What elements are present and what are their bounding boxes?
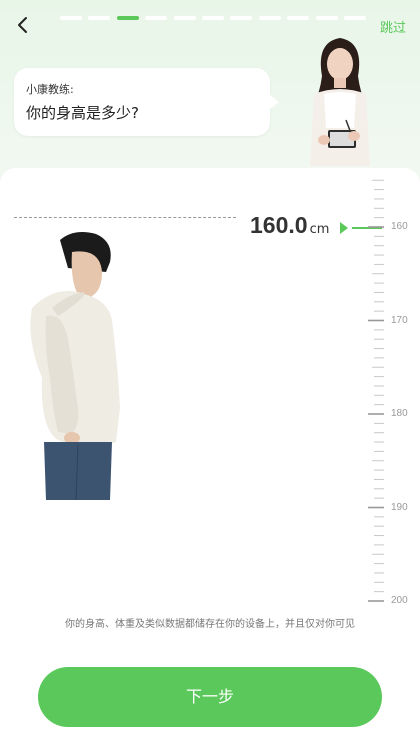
height-guide-line — [14, 217, 236, 218]
progress-segment — [88, 16, 111, 20]
privacy-notice: 你的身高、体重及类似数据都储存在你的设备上，并且仅对你可见 — [65, 619, 355, 630]
progress-segment — [202, 16, 224, 20]
progress-segment — [145, 16, 168, 20]
pointer-icon — [340, 222, 348, 234]
height-readout: 160.0 cm — [250, 212, 329, 240]
ruler-label-180: 180 — [391, 408, 408, 419]
progress-segment — [173, 16, 196, 20]
back-icon — [18, 17, 27, 33]
coach-speech-bubble: 小康教练: 你的身高是多少? — [14, 68, 279, 136]
person-figure — [30, 232, 121, 500]
coach-avatar — [310, 38, 370, 166]
ruler-label-160: 160 — [391, 221, 408, 232]
height-unit: cm — [309, 222, 330, 237]
progress-segment — [315, 16, 338, 20]
next-button[interactable]: 下一步 — [38, 667, 382, 727]
question-text: 你的身高是多少? — [26, 104, 139, 122]
skip-button[interactable]: 跳过 — [380, 17, 406, 36]
progress-segment — [258, 16, 281, 20]
progress-segment — [116, 16, 139, 20]
progress-segment — [60, 16, 82, 20]
ruler-label-190: 190 — [391, 502, 408, 513]
progress-segment — [230, 16, 253, 20]
back-button[interactable] — [12, 14, 34, 36]
height-value: 160.0 — [250, 212, 308, 238]
progress-segment — [287, 16, 310, 20]
height-ruler[interactable]: 160 170 180 190 200 — [360, 175, 420, 615]
ruler-ticks — [368, 179, 384, 602]
progress-bar — [60, 16, 366, 20]
ruler-label-200: 200 — [391, 595, 408, 606]
ruler-label-170: 170 — [391, 315, 408, 326]
coach-name: 小康教练: — [26, 83, 74, 96]
progress-segment — [344, 16, 366, 20]
